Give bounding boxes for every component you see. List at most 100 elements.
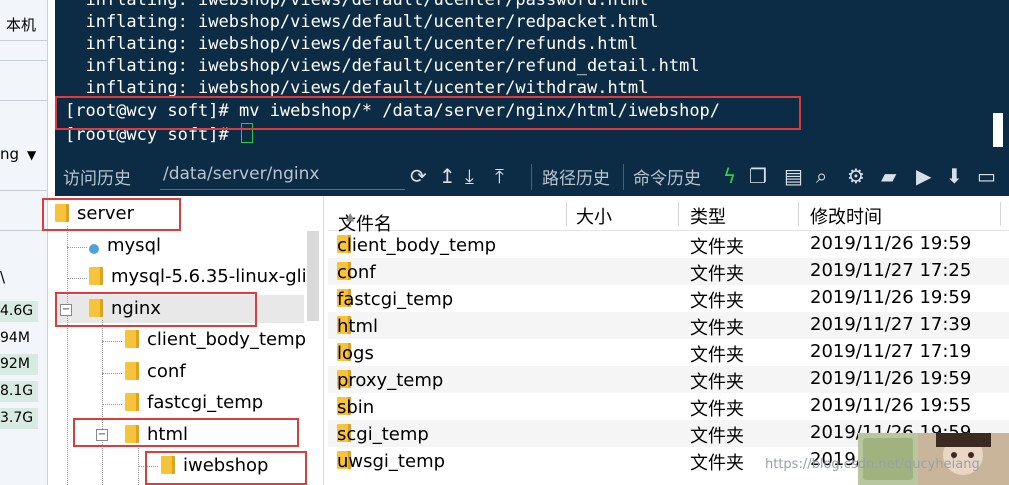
file-type: 文件夹: [690, 372, 744, 393]
file-row[interactable]: conf 文件夹 2019/11/27 17:25: [328, 258, 1009, 285]
size-cell: 4.6G: [0, 301, 38, 322]
file-name: conf: [337, 262, 376, 283]
dropdown-label[interactable]: ng ▼: [0, 145, 36, 163]
highlight-box: [42, 198, 181, 231]
file-row[interactable]: client_body_temp 文件夹 2019/11/26 19:59: [328, 231, 1009, 258]
file-modified: 2019/11/26 19:59: [810, 368, 972, 389]
file-modified: 2019/11/26 19:59: [810, 233, 972, 254]
tree-line: [67, 278, 87, 279]
upload-icon[interactable]: ⤒: [495, 164, 504, 188]
file-type: 文件夹: [690, 426, 744, 447]
link-icon: [89, 244, 99, 254]
sftp-toolbar: 访问历史 /data/server/nginx ⟳ ↥ ⤓ ⤒ 路径历史 命令历…: [55, 158, 1009, 196]
download-icon[interactable]: ⤓: [465, 164, 474, 188]
file-row[interactable]: html 文件夹 2019/11/27 17:39: [328, 312, 1009, 339]
highlight-box: [55, 96, 801, 130]
column-header-size[interactable]: 大小: [576, 203, 612, 229]
file-name: uwsgi_temp: [337, 451, 446, 472]
file-row[interactable]: proxy_temp 文件夹 2019/11/26 19:59: [328, 366, 1009, 393]
tree-line: [67, 247, 87, 248]
tree-node-conf[interactable]: conf: [125, 358, 186, 386]
tree-line: [102, 373, 122, 374]
file-name: fastcgi_temp: [337, 289, 454, 310]
tree-line: [102, 404, 122, 405]
column-divider[interactable]: [678, 202, 679, 226]
file-type: 文件夹: [690, 345, 744, 366]
file-name: sbin: [337, 397, 375, 418]
file-name: client_body_temp: [337, 235, 497, 256]
folder-icon: [125, 362, 139, 380]
tree-node-mysql-dist[interactable]: mysql-5.6.35-linux-gli: [89, 263, 307, 291]
file-name: proxy_temp: [337, 370, 444, 391]
tree-node-mysql[interactable]: mysql: [89, 232, 161, 260]
column-divider[interactable]: [1000, 202, 1001, 226]
tree-line: [102, 341, 122, 342]
path-input-value: /data/server/nginx: [163, 164, 320, 184]
column-header: \: [0, 268, 6, 286]
file-type: 文件夹: [690, 399, 744, 420]
highlight-box: [145, 451, 307, 485]
terminal-scrollbar[interactable]: [993, 113, 1003, 147]
file-type: 文件夹: [690, 453, 744, 474]
file-type: 文件夹: [690, 291, 744, 312]
file-modified: 2019/11/27 17:39: [810, 314, 972, 335]
folder-icon: [125, 330, 139, 348]
file-modified: 2019/11/26 19:59: [810, 287, 972, 308]
terminal-line: inflating: iwebshop/views/default/ucente…: [65, 34, 639, 54]
column-header-type[interactable]: 类型: [690, 203, 726, 229]
window-icon[interactable]: ▭: [977, 164, 996, 188]
paste-icon[interactable]: ▤: [784, 164, 803, 188]
divider: [0, 190, 47, 191]
file-type: 文件夹: [690, 237, 744, 258]
divider: [0, 100, 47, 101]
file-name: html: [337, 316, 379, 337]
file-row[interactable]: fastcgi_temp 文件夹 2019/11/26 19:59: [328, 285, 1009, 312]
column-divider[interactable]: [566, 202, 567, 226]
terminal-line: inflating: iwebshop/views/default/ucente…: [65, 56, 700, 76]
divider: [0, 60, 47, 61]
terminal-line: inflating: iwebshop/views/default/ucente…: [65, 12, 659, 32]
size-cell: 8.1G: [0, 381, 38, 402]
search-icon[interactable]: ⌕: [816, 164, 827, 188]
size-cell: 94M: [0, 328, 38, 349]
open-folder-icon[interactable]: ▰: [881, 164, 896, 188]
terminal-line: inflating: iwebshop/views/default/ucente…: [65, 0, 649, 10]
file-type: 文件夹: [690, 264, 744, 285]
tree-node-fastcgi-temp[interactable]: fastcgi_temp: [125, 389, 263, 417]
file-name: scgi_temp: [337, 424, 429, 445]
upload-arrow-icon[interactable]: ↥: [439, 164, 456, 188]
visit-history-button[interactable]: 访问历史: [63, 164, 131, 189]
divider: [0, 230, 47, 231]
file-modified: 2019/11/27 17:19: [810, 341, 972, 362]
toolbar-separator: [531, 164, 532, 190]
path-history-button[interactable]: 路径历史: [542, 164, 610, 189]
tree-scrollbar[interactable]: [307, 231, 319, 321]
local-label[interactable]: 本机: [6, 14, 36, 35]
gear-icon[interactable]: ⚙: [847, 164, 865, 188]
command-history-button[interactable]: 命令历史: [633, 164, 701, 189]
folder-icon: [125, 393, 139, 411]
file-modified: 2019/11/26 19:55: [810, 395, 972, 416]
terminal-output[interactable]: inflating: iwebshop/views/default/ucente…: [55, 0, 1009, 158]
toolbar-separator: [623, 164, 624, 190]
chevron-down-icon[interactable]: ▼: [27, 148, 36, 162]
size-cell: 3.7G: [0, 408, 38, 429]
column-header-modified[interactable]: 修改时间: [810, 203, 882, 229]
tree-node-client-body-temp[interactable]: client_body_temp: [125, 326, 306, 354]
highlight-box: [55, 292, 257, 327]
folder-icon: [89, 267, 103, 285]
sort-asc-icon: ▲: [346, 210, 355, 223]
file-row[interactable]: sbin 文件夹 2019/11/26 19:55: [328, 393, 1009, 420]
left-side-panel: 本机 ng ▼ \ 4.6G 94M 92M 8.1G 3.7G: [0, 0, 48, 485]
down-arrow-icon[interactable]: ⬇: [946, 164, 963, 188]
file-row[interactable]: logs 文件夹 2019/11/27 17:19: [328, 339, 1009, 366]
tree-line: [102, 320, 103, 485]
file-modified: 2019/11/27 17:25: [810, 260, 972, 281]
copy-icon[interactable]: ❐: [749, 164, 767, 188]
lightning-icon[interactable]: ϟ: [723, 164, 736, 188]
watermark: https://blog.csdn.net/qucyheiang: [765, 457, 980, 472]
divider: [0, 40, 47, 41]
column-divider[interactable]: [798, 202, 799, 226]
refresh-icon[interactable]: ⟳: [410, 164, 427, 188]
play-icon[interactable]: ▶: [916, 164, 931, 188]
